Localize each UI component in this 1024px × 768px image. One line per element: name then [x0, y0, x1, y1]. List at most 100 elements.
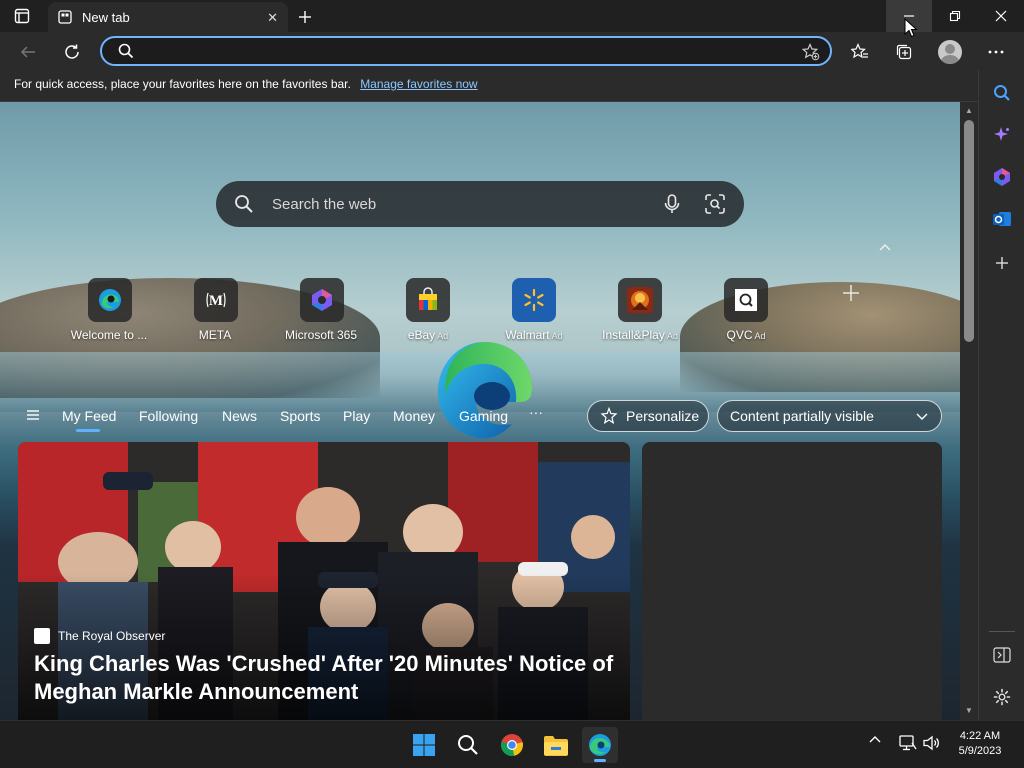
browser-toolbar	[0, 32, 1024, 70]
favorites-button[interactable]	[846, 38, 874, 66]
network-icon[interactable]	[898, 735, 918, 751]
tab-actions-icon[interactable]	[10, 6, 34, 26]
profile-avatar[interactable]	[938, 40, 962, 64]
feed-navigation: My Feed Following News Sports Play Money…	[18, 400, 948, 436]
ad-badge: Ad	[666, 331, 678, 341]
quick-link-label: Install&Play	[602, 328, 665, 342]
quick-link-label: Microsoft 365	[284, 328, 358, 342]
sparkle-star-icon	[600, 407, 618, 425]
file-explorer-icon[interactable]	[538, 727, 574, 763]
personalize-label: Personalize	[626, 408, 700, 424]
tab-gaming[interactable]: Gaming	[459, 408, 508, 424]
scrollbar-thumb[interactable]	[964, 120, 974, 342]
chrome-icon[interactable]	[494, 727, 530, 763]
microphone-icon[interactable]	[662, 193, 682, 220]
collections-button[interactable]	[890, 38, 918, 66]
address-input[interactable]	[146, 42, 766, 60]
close-tab-icon[interactable]: ✕	[267, 10, 278, 26]
quick-link-install-play[interactable]: Install&Play Ad	[586, 278, 694, 342]
content-visibility-dropdown[interactable]: Content partially visible	[717, 400, 942, 432]
source-name: The Royal Observer	[58, 629, 166, 643]
news-headline[interactable]: King Charles Was 'Crushed' After '20 Min…	[34, 650, 624, 706]
hero-news-card[interactable]: The Royal Observer King Charles Was 'Cru…	[18, 442, 630, 720]
quick-link-meta[interactable]: M META	[162, 278, 270, 342]
quick-link-ebay[interactable]: eBay Ad	[374, 278, 482, 342]
quick-link-label: META	[198, 328, 232, 342]
tab-news[interactable]: News	[222, 408, 257, 424]
quick-link-welcome[interactable]: Welcome to ...	[56, 278, 164, 342]
tab-my-feed[interactable]: My Feed	[62, 408, 116, 432]
taskbar-search-icon[interactable]	[450, 727, 486, 763]
install-play-game-icon	[618, 278, 662, 322]
restore-button[interactable]	[932, 0, 978, 32]
microsoft-365-icon	[300, 278, 344, 322]
quick-link-microsoft-365[interactable]: Microsoft 365	[268, 278, 376, 342]
new-tab-button[interactable]	[294, 6, 316, 28]
tab-money[interactable]: Money	[393, 408, 435, 424]
address-bar[interactable]	[100, 36, 832, 66]
personalize-button[interactable]: Personalize	[587, 400, 709, 432]
quick-link-walmart[interactable]: Walmart Ad	[480, 278, 588, 342]
sidebar-divider	[989, 631, 1015, 632]
hamburger-menu-icon[interactable]	[26, 408, 40, 427]
edge-taskbar-icon[interactable]	[582, 727, 618, 763]
volume-icon[interactable]	[922, 735, 942, 751]
sidebar-settings-gear-icon[interactable]	[989, 684, 1015, 710]
page-scrollbar[interactable]: ▲ ▼	[960, 102, 978, 720]
new-tab-page-icon	[58, 10, 72, 24]
ad-badge: Ad	[551, 331, 563, 341]
settings-more-button[interactable]	[982, 38, 1010, 66]
close-window-button[interactable]	[978, 0, 1024, 32]
show-hidden-icons-chevron-up-icon[interactable]	[866, 735, 884, 743]
mouse-cursor-icon	[904, 18, 918, 38]
add-quick-link-button[interactable]	[840, 282, 862, 304]
source-logo-icon	[34, 628, 50, 644]
web-search-box[interactable]	[216, 181, 744, 227]
content-visibility-label: Content partially visible	[730, 408, 874, 424]
tab-following[interactable]: Following	[139, 408, 198, 424]
quick-link-label: Welcome to ...	[70, 328, 148, 342]
chevron-down-icon	[915, 409, 929, 426]
svg-text:M: M	[209, 293, 223, 309]
refresh-button[interactable]	[58, 38, 86, 66]
chevron-up-icon[interactable]	[876, 238, 894, 256]
tab-title: New tab	[82, 9, 130, 25]
microsoft-365-icon[interactable]	[989, 164, 1015, 190]
favorites-bar: For quick access, place your favorites h…	[0, 70, 978, 102]
hide-sidebar-icon[interactable]	[989, 642, 1015, 668]
new-tab-page: Welcome to ... M META Microsoft 365 eBay…	[0, 102, 960, 720]
qvc-logo-icon	[724, 278, 768, 322]
edge-sidebar	[978, 70, 1024, 720]
add-favorite-icon[interactable]	[801, 43, 820, 66]
discover-sparkle-icon[interactable]	[989, 122, 1015, 148]
more-tabs-button[interactable]: ···	[529, 404, 543, 420]
quick-link-qvc[interactable]: QVC Ad	[692, 278, 800, 342]
news-source: The Royal Observer	[34, 628, 165, 644]
ebay-bag-icon	[406, 278, 450, 322]
scroll-up-arrow-icon[interactable]: ▲	[965, 106, 973, 115]
taskbar-clock[interactable]: 4:22 AM 5/9/2023	[948, 729, 1012, 759]
scroll-down-arrow-icon[interactable]: ▼	[965, 706, 973, 715]
favorites-bar-message: For quick access, place your favorites h…	[14, 77, 351, 91]
back-button[interactable]	[14, 38, 42, 66]
walmart-logo-icon	[512, 278, 556, 322]
sidebar-search-icon[interactable]	[989, 80, 1015, 106]
windows-start-icon[interactable]	[406, 727, 442, 763]
meta-logo-icon: M	[194, 278, 238, 322]
quick-link-label: QVC	[726, 328, 753, 342]
outlook-icon[interactable]	[989, 206, 1015, 232]
tab-sports[interactable]: Sports	[280, 408, 320, 424]
windows-taskbar: 4:22 AM 5/9/2023	[0, 720, 1024, 768]
ad-badge: Ad	[754, 331, 766, 341]
edge-icon	[88, 278, 132, 322]
search-icon	[118, 43, 134, 64]
manage-favorites-link[interactable]: Manage favorites now	[360, 77, 477, 91]
add-sidebar-app-icon[interactable]	[989, 250, 1015, 276]
side-news-card[interactable]	[642, 442, 942, 720]
web-search-input[interactable]	[272, 193, 642, 215]
tab-play[interactable]: Play	[343, 408, 370, 424]
title-bar: New tab ✕	[0, 0, 1024, 32]
visual-search-icon[interactable]	[704, 193, 726, 220]
clock-time: 4:22 AM	[959, 730, 1001, 742]
tab-new-tab[interactable]: New tab ✕	[48, 2, 288, 32]
